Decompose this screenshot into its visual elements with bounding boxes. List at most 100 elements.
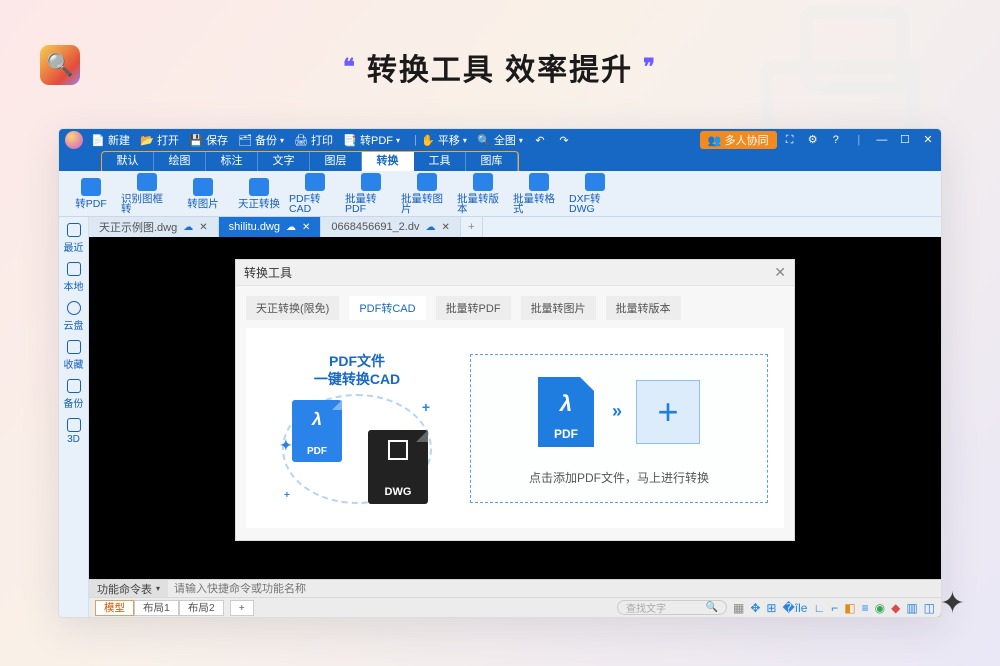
- window-titlebar: 📄新建 📂打开 💾保存 🗂备份▾ 🖨打印 📑转PDF▾ | ✋平移▾ 🔍全图▾ …: [59, 129, 941, 151]
- backup-icon: 🗂: [238, 134, 252, 147]
- dropzone-hint: 点击添加PDF文件，马上进行转换: [481, 469, 757, 486]
- tool-7[interactable]: 批量转版本: [457, 173, 509, 215]
- tool-0[interactable]: 转PDF: [65, 178, 117, 210]
- tool-6[interactable]: 批量转图片: [401, 173, 453, 215]
- layout-tab-2[interactable]: 布局2: [179, 600, 224, 616]
- window-controls: ⛶ ⚙ ? | — ☐ ✕: [777, 133, 935, 147]
- dialog-tab-2[interactable]: 批量转PDF: [436, 296, 511, 320]
- ribbon-tab-4[interactable]: 图层: [310, 152, 362, 171]
- tool-4[interactable]: PDF转CAD: [289, 173, 341, 215]
- menu-fullview[interactable]: 🔍全图▾: [477, 132, 523, 148]
- print-icon: 🖨: [294, 134, 308, 147]
- sidebar-item-fav[interactable]: 收藏: [64, 340, 84, 371]
- tool-8[interactable]: 批量转格式: [513, 173, 565, 215]
- dim-icon[interactable]: ◆: [891, 601, 900, 615]
- ribbon-tab-1[interactable]: 绘图: [154, 152, 206, 171]
- add-file-button[interactable]: +: [636, 380, 700, 444]
- tool-icon: [81, 178, 101, 196]
- sidebar-item-recent[interactable]: 最近: [64, 223, 84, 254]
- menu-pan[interactable]: ✋平移▾: [421, 132, 467, 148]
- layout-toggle-icon[interactable]: ⛶: [783, 134, 797, 147]
- ortho-icon[interactable]: ∟: [813, 601, 825, 615]
- promo-dwg-icon: DWG: [368, 430, 428, 504]
- tool-icon: [137, 173, 157, 191]
- snap-grid-icon[interactable]: ▦: [733, 601, 744, 615]
- add-doc-tab[interactable]: +: [461, 217, 483, 237]
- main-area: 天正示例图.dwg ☁ ✕shilitu.dwg ☁ ✕0668456691_2…: [89, 217, 941, 617]
- save-icon: 💾: [189, 134, 203, 147]
- ribbon-tab-7[interactable]: 图库: [466, 152, 518, 171]
- drawing-canvas[interactable]: 转换工具 ✕ 天正转换(限免)PDF转CAD批量转PDF批量转图片批量转版本 P…: [89, 237, 941, 579]
- tool-icon: [529, 173, 549, 191]
- sidebar-item-backup[interactable]: 备份: [64, 379, 84, 410]
- menu-open[interactable]: 📂打开: [140, 132, 179, 148]
- tool-icon: [193, 178, 213, 196]
- layout-tab-0[interactable]: 模型: [95, 600, 134, 616]
- pdf-dropzone[interactable]: λ PDF » + 点击添加PDF文件，马上进行转换: [470, 354, 768, 503]
- redo-icon: ↷: [557, 134, 571, 147]
- recent-icon: [67, 223, 81, 237]
- close-window-icon[interactable]: ✕: [921, 133, 935, 146]
- dialog-tab-1[interactable]: PDF转CAD: [349, 296, 425, 320]
- ribbon-tab-5[interactable]: 转换: [362, 152, 414, 171]
- measure-icon[interactable]: ◫: [924, 601, 935, 615]
- tool-3[interactable]: 天正转换: [233, 178, 285, 210]
- promo-line1: PDF文件: [262, 352, 452, 370]
- layout-tab-1[interactable]: 布局1: [134, 600, 179, 616]
- doc-tab-1[interactable]: shilitu.dwg ☁ ✕: [219, 217, 322, 237]
- menu-to-pdf[interactable]: 📑转PDF▾: [343, 132, 400, 148]
- menu-new[interactable]: 📄新建: [91, 132, 130, 148]
- minimize-icon[interactable]: —: [875, 134, 889, 146]
- doc-tab-0[interactable]: 天正示例图.dwg ☁ ✕: [89, 217, 219, 237]
- doc-tab-2[interactable]: 0668456691_2.dv ☁ ✕: [321, 217, 460, 237]
- add-layout-tab[interactable]: +: [230, 600, 254, 616]
- grid2-icon[interactable]: �île: [782, 601, 807, 615]
- close-tab-icon[interactable]: ✕: [441, 222, 449, 233]
- tool-5[interactable]: 批量转PDF: [345, 173, 397, 215]
- tool-2[interactable]: 转图片: [177, 178, 229, 210]
- layer-icon[interactable]: ▥: [906, 601, 917, 615]
- convert-dialog: 转换工具 ✕ 天正转换(限免)PDF转CAD批量转PDF批量转图片批量转版本 P…: [235, 259, 795, 541]
- ribbon-tab-3[interactable]: 文字: [258, 152, 310, 171]
- help-icon[interactable]: ?: [829, 134, 843, 146]
- search-text-input[interactable]: 查找文字🔍: [617, 600, 727, 615]
- settings-icon[interactable]: ⚙: [806, 133, 820, 146]
- dialog-tabs: 天正转换(限免) PDF转CAD 批量转PDF 批量转图片批量转版本: [236, 286, 794, 324]
- menu-undo[interactable]: ↶: [533, 134, 547, 147]
- menu-redo[interactable]: ↷: [557, 134, 571, 147]
- collab-button[interactable]: 👥 多人协同: [700, 131, 777, 149]
- user-avatar[interactable]: [65, 131, 83, 149]
- ribbon-tab-0[interactable]: 默认: [102, 152, 154, 171]
- cloud-sync-icon: ☁: [183, 222, 193, 233]
- grid-icon[interactable]: ⊞: [766, 601, 776, 615]
- close-tab-icon[interactable]: ✕: [199, 222, 207, 233]
- backup-icon: [67, 379, 81, 393]
- banner-title: ❝转换工具 效率提升❞: [0, 45, 1000, 89]
- menu-save[interactable]: 💾保存: [189, 132, 228, 148]
- polar-icon[interactable]: ⌐: [831, 601, 838, 615]
- ribbon-tab-2[interactable]: 标注: [206, 152, 258, 171]
- cmdline-input[interactable]: [168, 583, 941, 595]
- globe-icon[interactable]: ◉: [875, 601, 885, 615]
- sidebar-item-3d[interactable]: 3D: [67, 418, 81, 445]
- tracking-icon[interactable]: ◧: [844, 601, 855, 615]
- close-tab-icon[interactable]: ✕: [302, 222, 310, 233]
- sidebar-item-cloud[interactable]: 云盘: [64, 301, 84, 332]
- dialog-close-icon[interactable]: ✕: [774, 264, 786, 281]
- dialog-tab-4[interactable]: 批量转版本: [606, 296, 681, 320]
- menu-print[interactable]: 🖨打印: [294, 132, 333, 148]
- tool-icon: [473, 173, 493, 191]
- menu-backup[interactable]: 🗂备份▾: [238, 132, 284, 148]
- tool-9[interactable]: DXF转DWG: [569, 173, 621, 215]
- maximize-icon[interactable]: ☐: [898, 133, 912, 146]
- ribbon-tab-6[interactable]: 工具: [414, 152, 466, 171]
- dialog-tab-0[interactable]: 天正转换(限免): [246, 296, 339, 320]
- lineweight-icon[interactable]: ≡: [862, 601, 869, 615]
- dialog-tab-3[interactable]: 批量转图片: [521, 296, 596, 320]
- tool-1[interactable]: 识别图框转: [121, 173, 173, 215]
- cloud-sync-icon: ☁: [425, 222, 435, 233]
- open-icon: 📂: [140, 134, 154, 147]
- sidebar-item-local[interactable]: 本地: [64, 262, 84, 293]
- cmdline-label[interactable]: 功能命令表▾: [89, 580, 168, 597]
- osnap-icon[interactable]: ✥: [750, 601, 760, 615]
